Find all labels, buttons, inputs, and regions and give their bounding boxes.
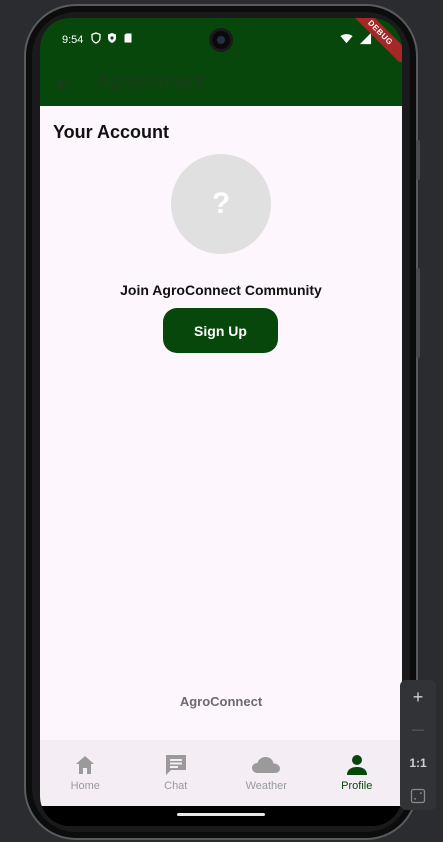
zoom-ratio-button[interactable]: 1:1 <box>400 748 436 778</box>
app-bar-title: AgroConnect <box>98 72 204 92</box>
nav-label-weather: Weather <box>245 780 287 792</box>
nav-label-chat: Chat <box>164 780 188 792</box>
emulator-zoom-panel: + — 1:1 <box>400 680 436 810</box>
home-indicator[interactable] <box>177 813 265 816</box>
fit-screen-icon[interactable] <box>410 788 426 804</box>
phone-volume-button <box>416 268 420 358</box>
nav-item-weather[interactable]: Weather <box>221 740 312 806</box>
zoom-out-button[interactable]: — <box>400 714 436 744</box>
chat-icon <box>165 755 186 775</box>
footer-brand: AgroConnect <box>179 694 263 709</box>
nav-label-home: Home <box>70 780 100 792</box>
phone-screen: 9:54 DEBUG AgroConnect Your Account ? Jo… <box>40 18 402 826</box>
join-community-text: Join AgroConnect Community <box>120 282 322 298</box>
app-bar: AgroConnect <box>40 62 402 106</box>
sign-up-button[interactable]: Sign Up <box>163 308 278 353</box>
home-icon <box>76 756 95 774</box>
status-icons-left <box>90 32 134 44</box>
security-shield-icon <box>108 33 116 43</box>
nav-item-chat[interactable]: Chat <box>131 740 222 806</box>
zoom-in-button[interactable]: + <box>400 682 436 712</box>
status-icons-right <box>340 32 372 45</box>
nav-label-profile: Profile <box>341 780 373 792</box>
nav-item-home[interactable]: Home <box>40 740 131 806</box>
status-time: 9:54 <box>62 34 84 46</box>
shield-icon <box>91 32 101 44</box>
unknown-user-glyph: ? <box>211 187 231 220</box>
bottom-navigation: Home Chat Weather Profile <box>40 740 402 806</box>
cloud-icon <box>252 757 281 773</box>
person-icon <box>346 755 367 775</box>
status-bar: 9:54 DEBUG <box>40 18 402 70</box>
gesture-bar <box>40 806 402 826</box>
front-camera <box>209 28 233 52</box>
wifi-icon <box>340 34 353 44</box>
avatar: ? <box>171 154 271 254</box>
nav-item-profile[interactable]: Profile <box>312 740 403 806</box>
sd-card-icon <box>124 33 132 43</box>
page-title: Your Account <box>53 122 169 142</box>
account-page: Your Account ? Join AgroConnect Communit… <box>40 106 402 740</box>
back-arrow-icon[interactable] <box>54 74 74 94</box>
phone-side-button <box>416 140 420 180</box>
